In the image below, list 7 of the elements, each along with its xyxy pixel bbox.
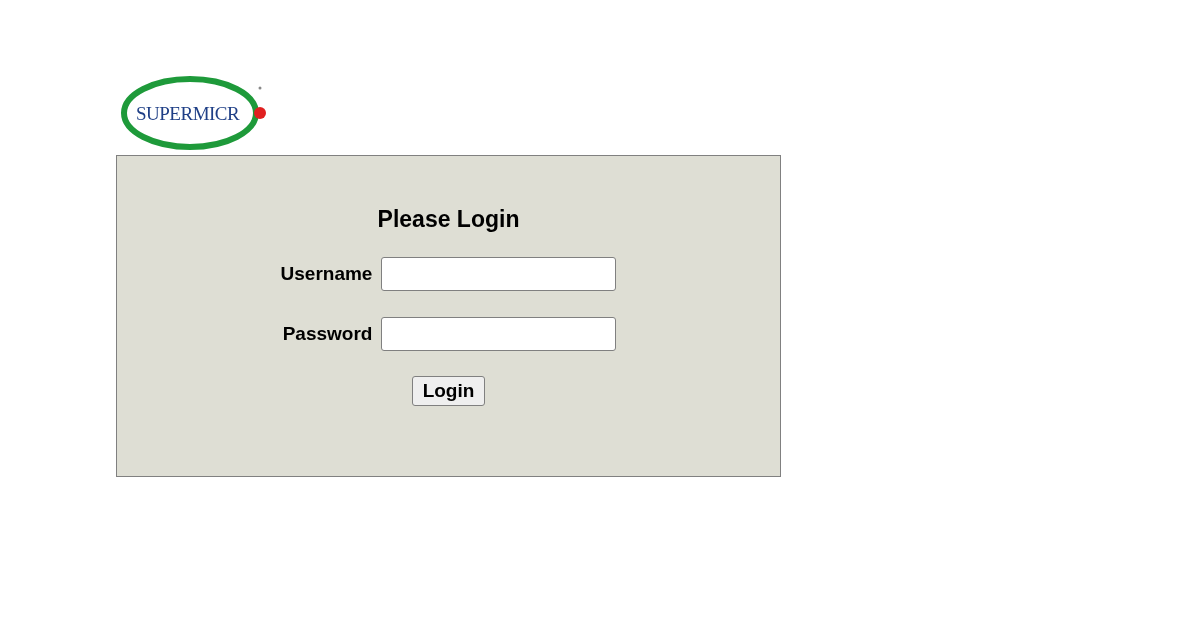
input-field[interactable] (381, 257, 617, 291)
field-label: Username (280, 263, 373, 285)
input-field[interactable] (381, 317, 617, 351)
logo-text: SUPERMICR (136, 103, 240, 125)
login-button[interactable]: Login (411, 376, 486, 406)
field-label: Password (281, 323, 373, 345)
login-title: Please Login (377, 206, 520, 233)
